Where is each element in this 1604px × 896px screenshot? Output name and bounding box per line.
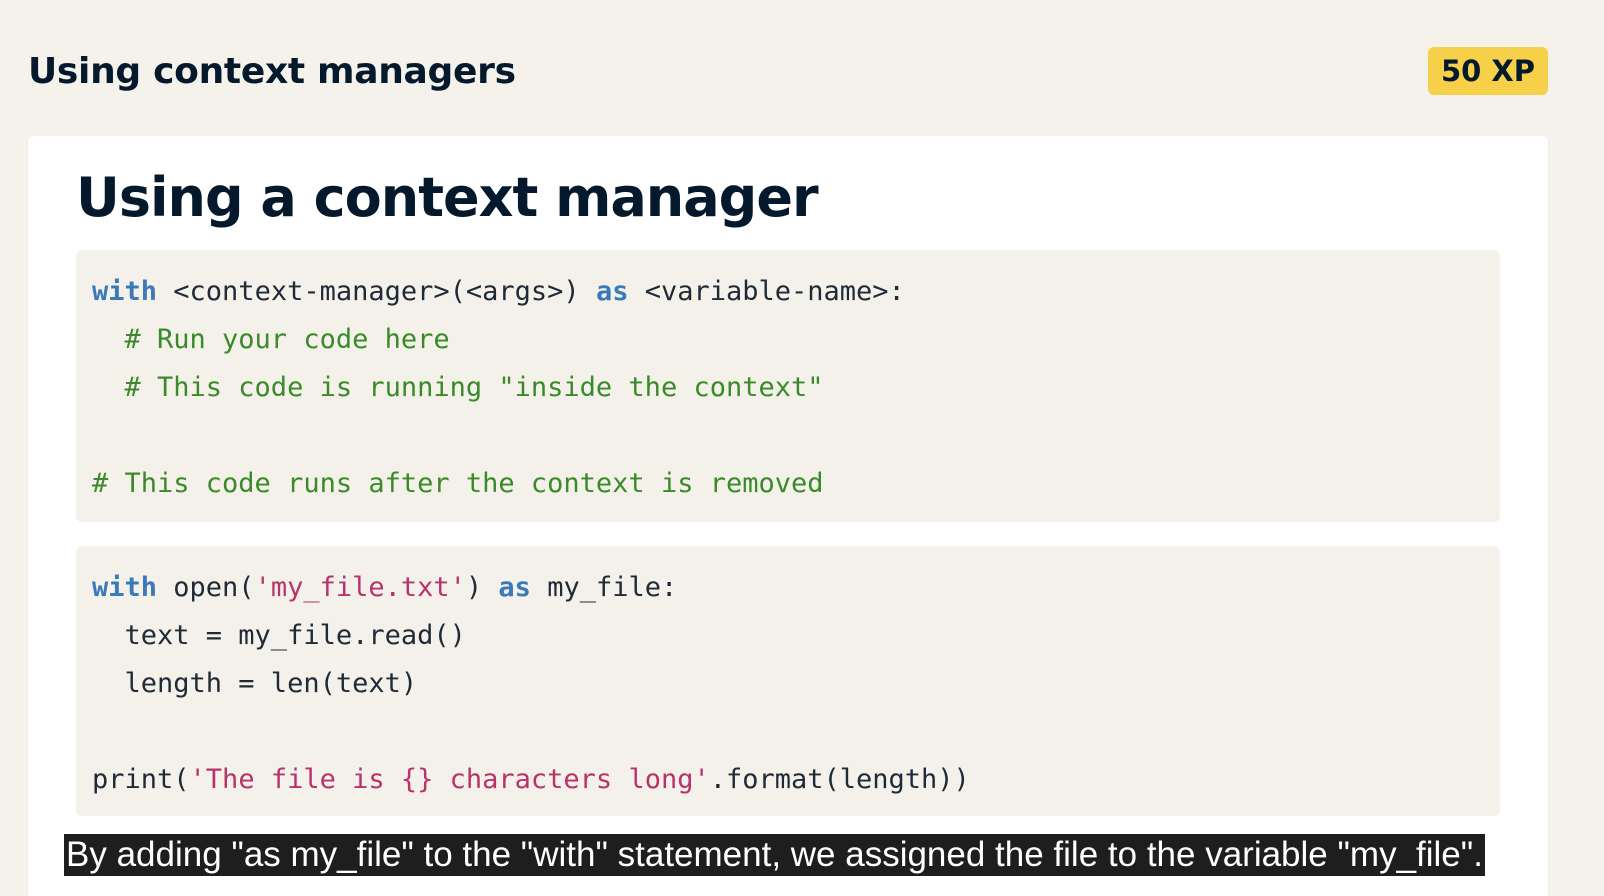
code-text: print( [92,764,190,795]
video-caption: By adding "as my_file" to the "with" sta… [64,834,1485,876]
code-line: with <context-manager>(<args>) as <varia… [92,268,1484,316]
code-text: my_file: [530,572,678,603]
code-block-example: with open('my_file.txt') as my_file: tex… [76,546,1500,816]
code-comment-line: # Run your code here [92,324,450,355]
code-keyword: with [92,572,158,603]
code-text: <variable-name>: [628,276,905,307]
exercise-header: Using context managers 50 XP [28,46,1548,96]
exercise-title: Using context managers [28,51,516,92]
code-text: open( [157,572,255,603]
code-text: .format(length)) [709,764,970,795]
code-string: 'The file is {} characters long' [189,764,710,795]
slide-title: Using a context manager [76,166,819,229]
slide-content-card: Using a context manager with <context-ma… [28,136,1548,896]
code-comment-line: # This code runs after the context is re… [92,468,824,499]
code-text: <context-manager>(<args>) [157,276,596,307]
code-line: length = len(text) [92,668,418,699]
code-text: ) [465,572,499,603]
code-line: print('The file is {} characters long'.f… [92,756,1484,804]
code-comment-line: # This code is running "inside the conte… [92,372,824,403]
code-block-syntax: with <context-manager>(<args>) as <varia… [76,250,1500,522]
code-line: text = my_file.read() [92,620,466,651]
code-keyword: as [595,276,629,307]
code-keyword: with [92,276,158,307]
code-keyword: as [498,572,531,603]
xp-badge: 50 XP [1428,47,1548,95]
code-string: 'my_file.txt' [254,572,466,603]
code-line: with open('my_file.txt') as my_file: [92,564,1484,612]
